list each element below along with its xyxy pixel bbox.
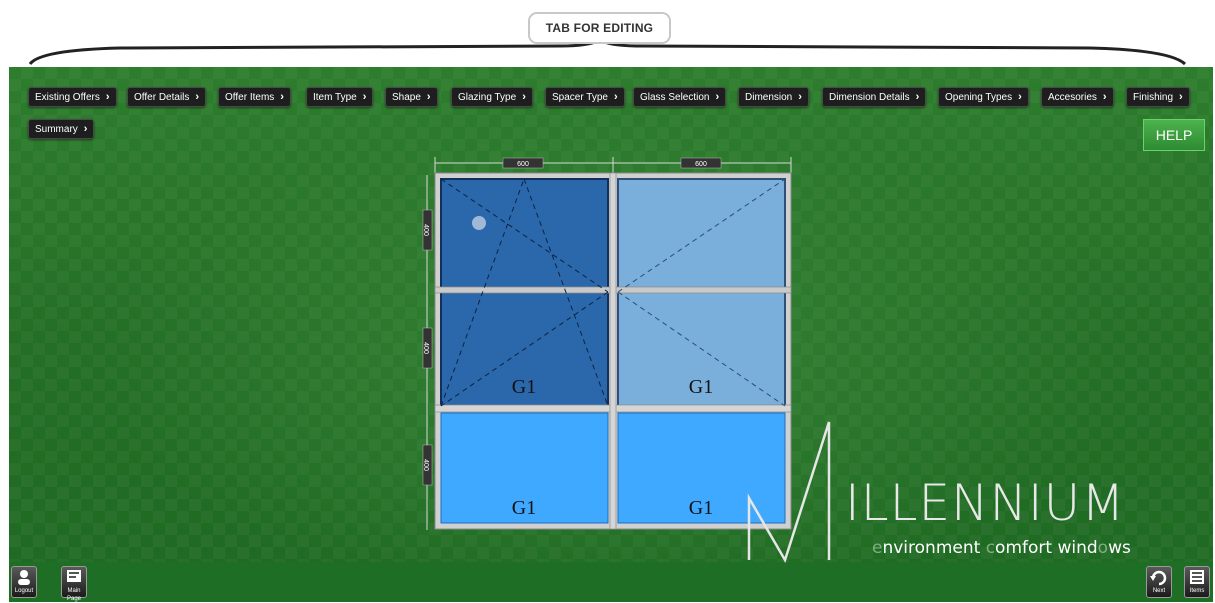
tab-label: Glass Selection: [640, 91, 710, 103]
bottom-bar: [9, 562, 1213, 602]
tab-label: Glazing Type: [458, 91, 517, 103]
chevron-right-icon: ›: [1102, 91, 1107, 103]
logout-label: Logout: [14, 588, 34, 594]
tab-accesories[interactable]: Accesories ›: [1041, 87, 1114, 107]
chevron-right-icon: ›: [362, 91, 367, 103]
items-icon: [1185, 567, 1209, 587]
tab-item-type[interactable]: Item Type ›: [306, 87, 374, 107]
chevron-right-icon: ›: [915, 91, 920, 103]
tab-offer-items[interactable]: Offer Items ›: [218, 87, 291, 107]
tab-label: Offer Details: [134, 91, 190, 103]
tab-label: Accesories: [1048, 91, 1097, 103]
tagline-part: ws: [1108, 538, 1131, 558]
tab-label: Summary: [35, 123, 78, 135]
tab-opening-types[interactable]: Opening Types ›: [938, 87, 1029, 107]
chevron-right-icon: ›: [280, 91, 284, 103]
tab-label: Item Type: [313, 91, 357, 103]
tab-label: Opening Types: [945, 91, 1013, 103]
cursor-dot: [472, 216, 486, 230]
tab-offer-details[interactable]: Offer Details ›: [127, 87, 207, 107]
logo-tagline: environment comfort windows: [872, 538, 1131, 558]
tab-shape[interactable]: Shape ›: [385, 87, 438, 107]
chevron-right-icon: ›: [1179, 91, 1183, 103]
items-button[interactable]: Items: [1184, 566, 1210, 598]
tab-label: Existing Offers: [35, 91, 100, 103]
tagline-part: c: [985, 538, 996, 558]
tab-label: Dimension: [745, 91, 793, 103]
chevron-right-icon: ›: [195, 91, 200, 103]
tagline-part: nvironment: [882, 538, 986, 558]
tab-spacer-type[interactable]: Spacer Type ›: [545, 87, 625, 107]
width-label: 600: [695, 161, 707, 168]
tagline-part: o: [1097, 538, 1109, 558]
pane-label: G1: [689, 497, 713, 519]
help-button[interactable]: HELP: [1143, 119, 1205, 151]
tab-for-editing-callout: TAB FOR EDITING: [528, 12, 671, 44]
height-label: 400: [422, 342, 429, 354]
tab-label: Spacer Type: [552, 91, 608, 103]
main-page-icon: [62, 567, 86, 587]
chevron-right-icon: ›: [613, 91, 618, 103]
tab-dimension-details[interactable]: Dimension Details ›: [822, 87, 927, 107]
main-page-label: Main Page: [66, 588, 81, 602]
chevron-right-icon: ›: [83, 123, 88, 135]
next-label: Next: [1152, 588, 1166, 594]
tab-glazing-type[interactable]: Glazing Type ›: [451, 87, 533, 107]
pane-label: G1: [512, 497, 536, 519]
tab-label: Shape: [392, 91, 421, 103]
next-button[interactable]: Next: [1146, 566, 1172, 598]
logout-button[interactable]: Logout: [11, 566, 37, 598]
height-label: 400: [422, 224, 429, 236]
chevron-right-icon: ›: [798, 91, 802, 103]
chevron-right-icon: ›: [522, 91, 526, 103]
refresh-icon: [1147, 567, 1171, 587]
mullion: [609, 172, 617, 530]
tab-glass-selection[interactable]: Glass Selection ›: [633, 87, 727, 107]
pane-label: G1: [689, 376, 713, 398]
main-page-button[interactable]: Main Page: [61, 566, 87, 602]
tab-label: Dimension Details: [829, 91, 910, 103]
tagline-part: omfort wind: [995, 538, 1098, 558]
logo-m-mark: [747, 421, 831, 563]
tab-dimension[interactable]: Dimension ›: [738, 87, 809, 107]
width-label: 600: [517, 161, 529, 168]
tab-existing-offers[interactable]: Existing Offers ›: [28, 87, 117, 107]
tab-label: Offer Items: [225, 91, 275, 103]
chevron-right-icon: ›: [426, 91, 431, 103]
tab-finishing[interactable]: Finishing ›: [1126, 87, 1190, 107]
tab-summary[interactable]: Summary ›: [28, 119, 95, 139]
chevron-right-icon: ›: [715, 91, 720, 103]
pane-label: G1: [512, 376, 536, 398]
chevron-right-icon: ›: [1018, 91, 1022, 103]
chevron-right-icon: ›: [105, 91, 110, 103]
user-icon: [12, 567, 36, 587]
items-label: Items: [1189, 588, 1205, 594]
tab-label: Finishing: [1133, 91, 1174, 103]
tagline-part: e: [872, 538, 883, 558]
logo-wordmark: ILLENNIUM: [845, 474, 1126, 532]
height-label: 400: [422, 459, 429, 471]
